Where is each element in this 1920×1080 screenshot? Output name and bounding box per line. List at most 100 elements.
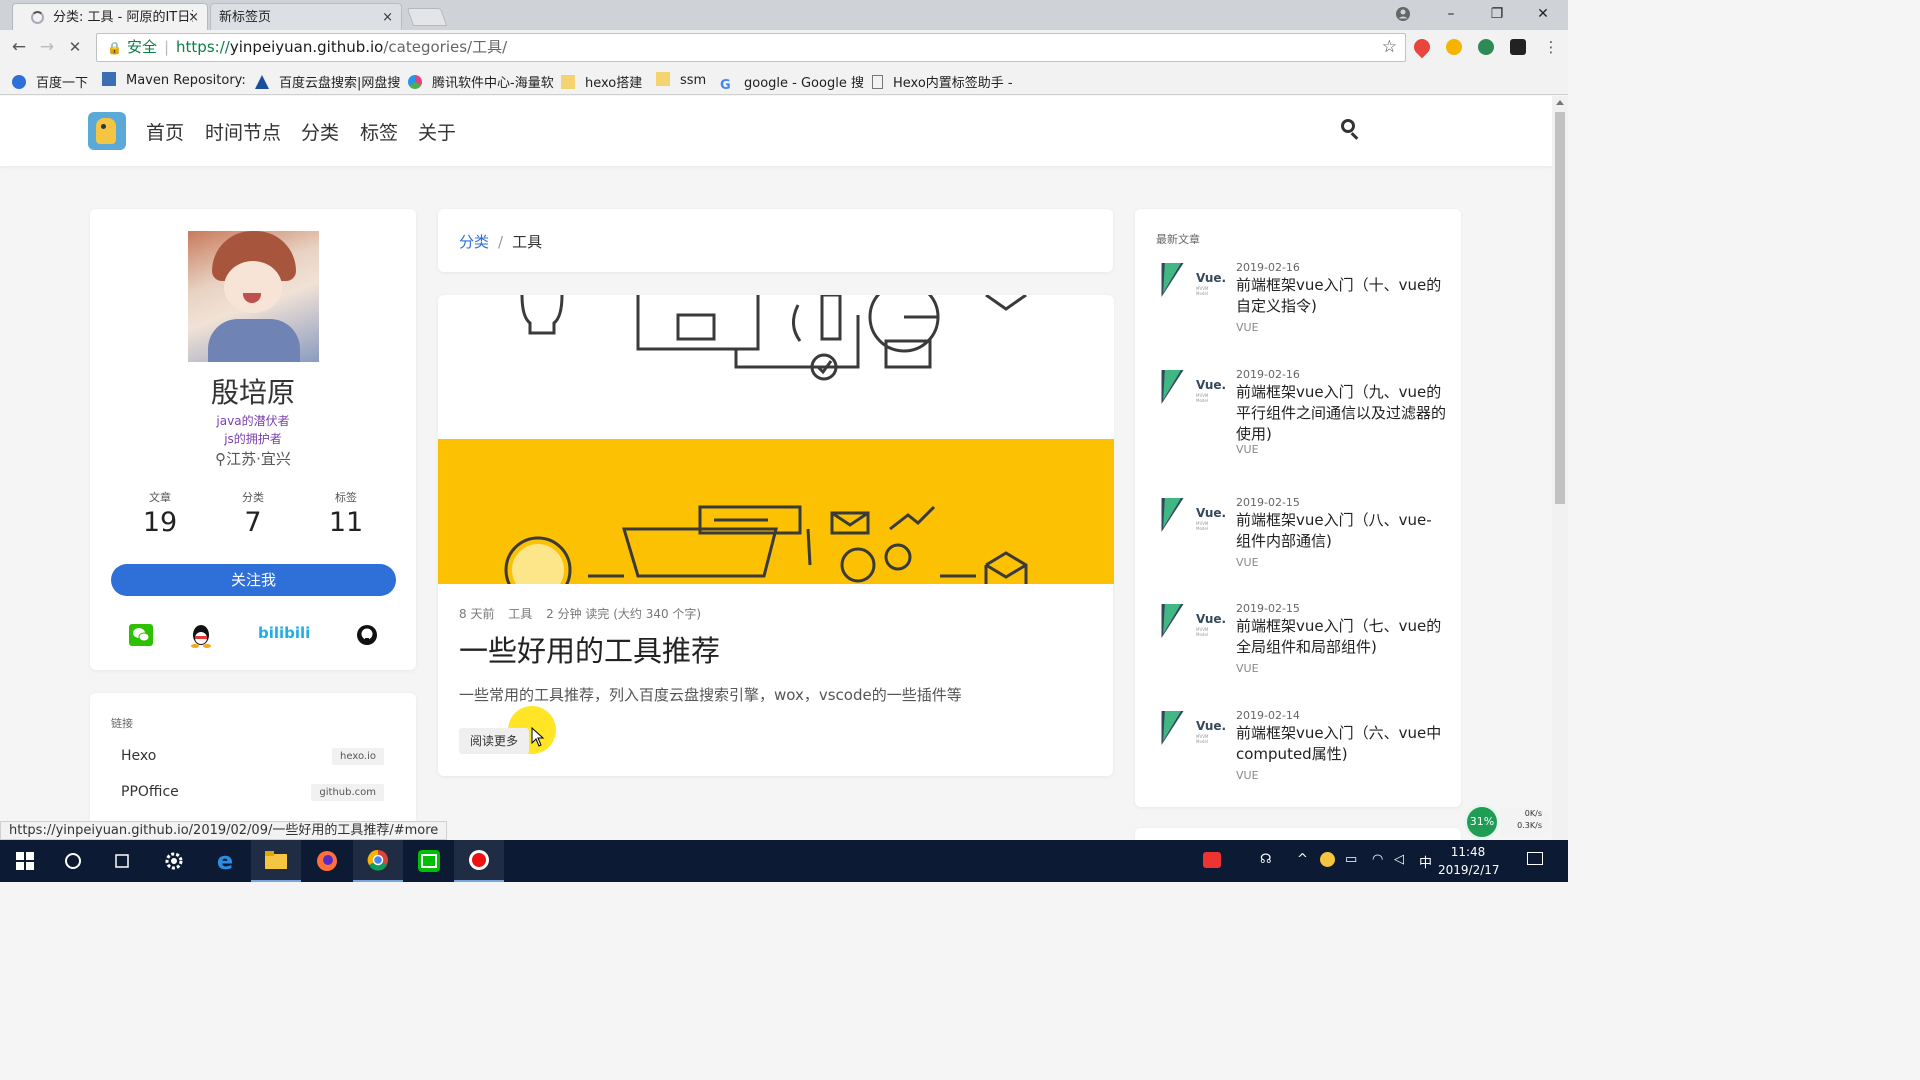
back-button[interactable]: ← [8,36,30,58]
recent-post-date: 2019-02-16 [1236,261,1300,274]
link-hexo[interactable]: Hexo [121,748,156,764]
post-cover-image[interactable] [438,295,1114,584]
wifi-icon[interactable]: ◠ [1372,852,1383,867]
scrollbar-thumb[interactable] [1555,112,1565,504]
show-hidden-icons[interactable]: ^ [1297,852,1308,867]
recent-post-item[interactable]: Vue. MVVM Model 2019-02-15 前端框架vue入门（八、vu… [1150,496,1456,596]
recent-post-item[interactable]: Vue. MVVM Model 2019-02-15 前端框架vue入门（七、vu… [1150,602,1456,702]
sogou-ime-icon[interactable] [1203,852,1221,872]
post-title[interactable]: 一些好用的工具推荐 [459,628,720,670]
bookmark-item[interactable]: Hexo内置标签助手 - [872,72,1013,91]
post-excerpt: 一些常用的工具推荐，列入百度云盘搜索引擎，wox，vscode的一些插件等 [459,686,962,704]
breadcrumb-categories[interactable]: 分类 [459,233,489,251]
start-icon[interactable] [0,840,50,882]
read-more-button[interactable]: 阅读更多 [459,728,529,754]
scroll-up-icon[interactable] [1556,100,1564,105]
url-host: yinpeiyuan.github.io [229,38,384,56]
tencent-icon [408,75,422,89]
iqiyi-icon[interactable] [404,840,454,882]
github-icon[interactable] [356,624,378,646]
recent-post-tag[interactable]: VUE [1236,769,1259,782]
restore-button[interactable]: ❐ [1474,0,1520,30]
bookmark-item[interactable]: ssm [656,72,706,88]
tab-active[interactable]: 分类: 工具 - 阿原的IT日记 × [12,3,208,30]
recent-post-title[interactable]: 前端框架vue入门（七、vue的全局组件和局部组件) [1236,616,1446,658]
profile-icon[interactable] [1380,0,1426,30]
qq-icon[interactable] [190,624,212,648]
recent-post-tag[interactable]: VUE [1236,443,1259,456]
stat-tags[interactable]: 标签 11 [311,489,381,538]
link-domain-badge: hexo.io [332,748,384,765]
bookmark-item[interactable]: 百度云盘搜索|网盘搜 [255,72,400,91]
recent-post-tag[interactable]: VUE [1236,556,1259,569]
recent-post-tag[interactable]: VUE [1236,321,1259,334]
tab-close-icon[interactable]: × [188,4,199,31]
record-icon[interactable] [454,840,504,882]
bookmark-item[interactable]: Ggoogle - Google 搜 [720,72,864,93]
bilibili-icon[interactable]: bilibili [258,624,316,646]
stop-button[interactable]: ✕ [64,36,86,58]
maven-icon [102,72,116,86]
google-icon: G [720,78,731,93]
network-monitor-widget[interactable]: 0K/s 0.3K/s 31% [1462,804,1550,840]
recent-post-item[interactable]: Vue. MVVM Model 2019-02-16 前端框架vue入门（十、vu… [1150,261,1456,361]
recent-post-item[interactable]: Vue. MVVM Model 2019-02-16 前端框架vue入门（九、vu… [1150,368,1456,468]
mouse-pointer-icon [531,727,545,747]
post-time: 8 天前 [459,607,495,621]
stat-categories[interactable]: 分类 7 [218,489,288,538]
bookmark-item[interactable]: 百度一下 [12,72,88,91]
follow-button[interactable]: 关注我 [111,564,396,596]
close-window-button[interactable]: ✕ [1520,0,1566,30]
edge-icon[interactable]: e [200,840,250,882]
nav-categories[interactable]: 分类 [301,118,339,145]
nav-about[interactable]: 关于 [418,118,456,145]
recent-post-item[interactable]: Vue. MVVM Model 2019-02-14 前端框架vue入门（六、vu… [1150,709,1456,809]
nav-timeline[interactable]: 时间节点 [205,118,281,145]
chrome-icon[interactable] [353,840,403,882]
ime-indicator[interactable]: 中 [1419,852,1432,871]
post-category-link[interactable]: 工具 [508,607,532,621]
recent-post-title[interactable]: 前端框架vue入门（六、vue中computed属性) [1236,723,1446,765]
battery-icon[interactable]: ▭ [1345,852,1357,867]
cortana-icon[interactable] [48,840,98,882]
bookmark-item[interactable]: Maven Repository: [102,72,246,88]
people-icon[interactable]: ☊ [1260,852,1272,867]
action-center-icon[interactable] [1527,852,1543,869]
wechat-icon[interactable] [129,624,153,646]
page-scrollbar[interactable] [1552,96,1568,840]
moon-extension-icon[interactable] [1446,39,1462,55]
bookmark-star-icon[interactable]: ☆ [1382,34,1397,61]
windows-taskbar: e ☊ ^ ▭ ◠ ◁ 中 11:48 2019/2/17 [0,840,1568,882]
tab-new-tab[interactable]: 新标签页 × [210,3,402,30]
bookmark-item[interactable]: hexo搭建 [561,72,642,91]
menu-icon[interactable]: ⋮ [1540,36,1562,58]
globe-extension-icon[interactable] [1478,39,1494,55]
recent-post-title[interactable]: 前端框架vue入门（九、vue的平行组件之间通信以及过滤器的使用) [1236,382,1446,445]
taskbar-clock[interactable]: 11:48 2019/2/17 [1438,843,1500,879]
task-view-icon[interactable] [97,840,147,882]
file-explorer-icon[interactable] [251,840,301,882]
search-icon[interactable] [1340,118,1362,140]
recent-post-tag[interactable]: VUE [1236,662,1259,675]
nav-tags[interactable]: 标签 [360,118,398,145]
volume-icon[interactable]: ◁ [1394,852,1404,867]
incognito-extension-icon[interactable] [1510,39,1526,55]
link-ppoffice[interactable]: PPOffice [121,784,179,800]
tab-close-icon[interactable]: × [382,4,393,31]
settings-icon[interactable] [149,840,199,882]
address-bar[interactable]: 🔒 安全 | https://yinpeiyuan.github.io/categor… [96,33,1406,62]
minimize-button[interactable]: – [1428,0,1474,30]
tray-app-icon[interactable] [1320,852,1335,871]
new-tab-button[interactable] [406,8,448,26]
forward-button[interactable]: → [36,36,58,58]
site-logo[interactable] [88,112,126,150]
maps-extension-icon[interactable] [1410,35,1434,59]
recent-post-title[interactable]: 前端框架vue入门（八、vue-组件内部通信) [1236,510,1446,552]
post-meta: 8 天前 工具 2 分钟 读完 (大约 340 个字) [459,605,711,622]
bookmark-item[interactable]: 腾讯软件中心-海量软 [408,72,554,91]
stat-posts[interactable]: 文章 19 [125,489,195,538]
recent-post-title[interactable]: 前端框架vue入门（十、vue的自定义指令) [1236,275,1446,317]
nav-home[interactable]: 首页 [146,118,184,145]
thumb-text: Vue. [1196,719,1227,733]
firefox-icon[interactable] [302,840,352,882]
